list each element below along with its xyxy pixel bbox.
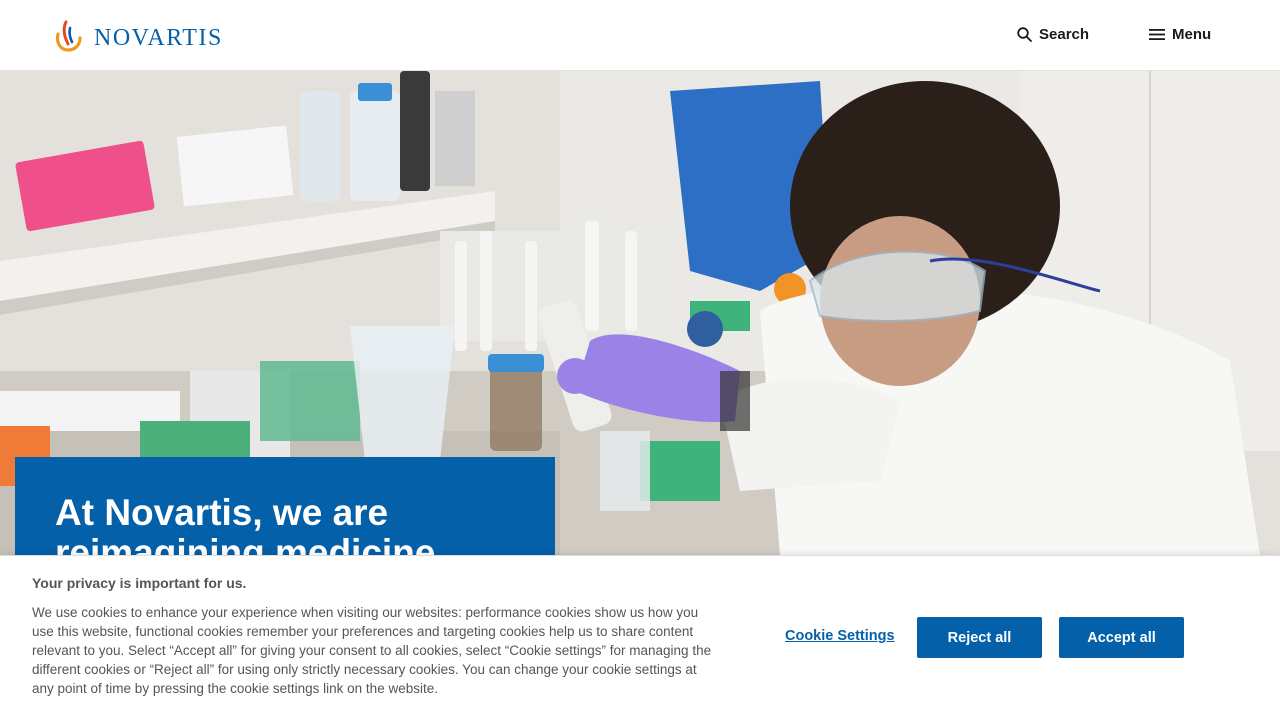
reject-all-button[interactable]: Reject all (917, 617, 1042, 658)
hero-title: At Novartis, we are reimagining medicine (55, 492, 436, 556)
cookie-banner: Your privacy is important for us. We use… (0, 555, 1280, 720)
menu-button[interactable]: Menu (1149, 22, 1211, 46)
site-header: NOVARTIS Search Menu (0, 0, 1280, 71)
hero-section: At Novartis, we are reimagining medicine (0, 71, 1280, 555)
accept-all-button[interactable]: Accept all (1059, 617, 1184, 658)
hamburger-icon (1149, 28, 1165, 40)
menu-label: Menu (1172, 25, 1212, 43)
search-icon (1017, 26, 1032, 42)
cookie-settings-link[interactable]: Cookie Settings (785, 628, 895, 644)
cookie-banner-text: We use cookies to enhance your experienc… (32, 605, 712, 696)
novartis-logo[interactable]: NOVARTIS (54, 20, 223, 52)
logo-wordmark: NOVARTIS (94, 25, 223, 51)
cookie-banner-title: Your privacy is important for us. (32, 575, 247, 591)
search-label: Search (1039, 25, 1090, 43)
hero-title-box: At Novartis, we are reimagining medicine (15, 457, 555, 555)
search-button[interactable]: Search (1017, 22, 1089, 46)
novartis-flame-icon (55, 20, 82, 52)
